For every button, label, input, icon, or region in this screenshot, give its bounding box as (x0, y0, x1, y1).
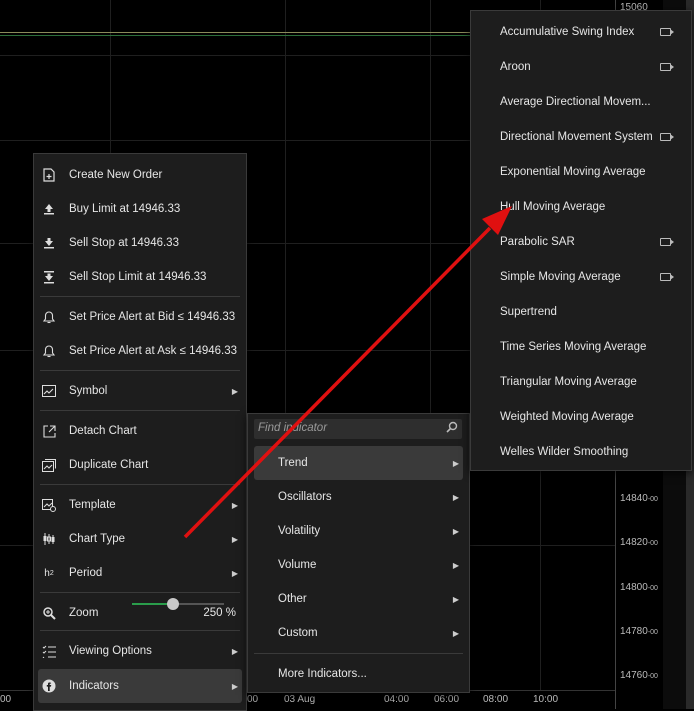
annotation-arrow (183, 206, 512, 539)
annotation-arrow-line (183, 226, 492, 539)
